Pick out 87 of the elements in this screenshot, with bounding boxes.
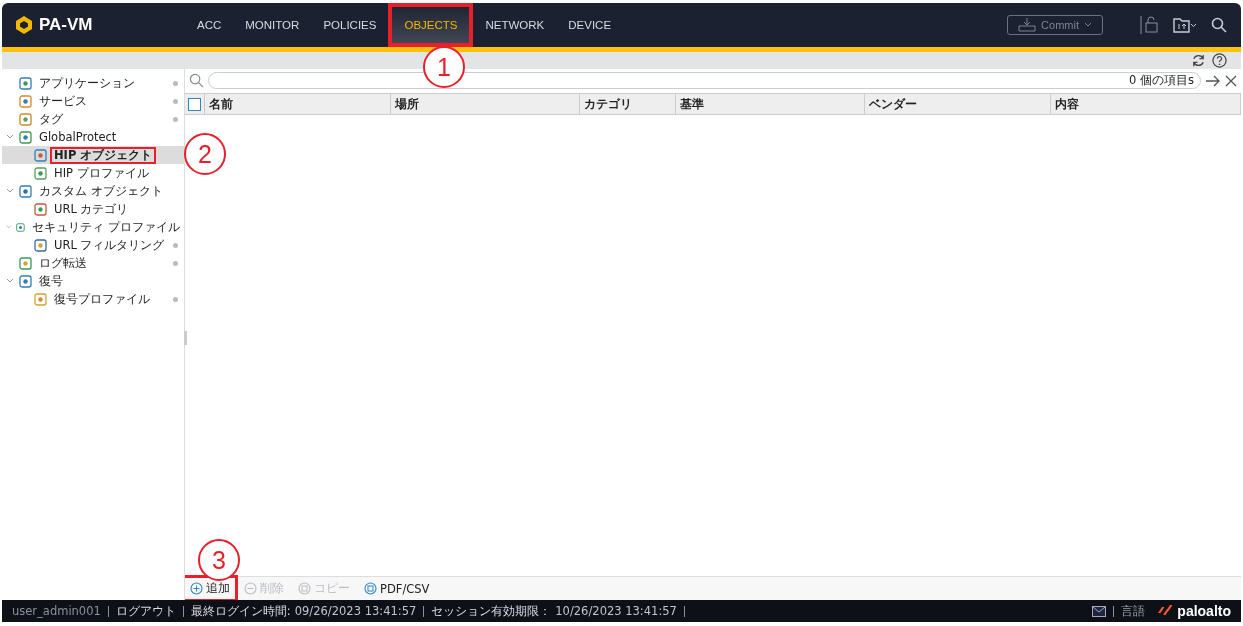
last-login-label: 最終ログイン時間: (190, 603, 291, 619)
column-header[interactable]: 名前 (204, 94, 392, 114)
column-header[interactable]: ベンダー (864, 94, 1052, 114)
sidebar-item[interactable]: カスタム オブジェクト (2, 182, 184, 200)
column-header[interactable]: カテゴリ (579, 94, 677, 114)
download-icon (1018, 18, 1037, 32)
column-header[interactable]: 基準 (676, 94, 865, 114)
sidebar-item[interactable]: 復号プロファイル (2, 290, 184, 308)
copy-icon (298, 582, 311, 595)
object-icon (19, 112, 32, 126)
search-icon[interactable] (1211, 17, 1227, 33)
close-icon[interactable] (1225, 74, 1237, 87)
help-icon[interactable] (1212, 53, 1227, 68)
nav-tab[interactable]: POLICIES (311, 3, 389, 47)
folder-icon[interactable] (1173, 17, 1197, 33)
nav-tab[interactable]: DEVICE (556, 3, 624, 47)
object-icon (19, 184, 32, 198)
sidebar-item[interactable]: サービス (2, 92, 184, 110)
object-icon (34, 148, 47, 162)
object-icon (19, 130, 32, 144)
callout-number: 3 (198, 539, 240, 581)
mail-icon[interactable] (1092, 605, 1107, 617)
sidebar-item[interactable]: URL カテゴリ (2, 200, 184, 218)
chevron-icon[interactable] (6, 277, 14, 285)
column-header[interactable]: 場所 (391, 94, 580, 114)
sidebar-item[interactable]: セキュリティ プロファイル (2, 218, 184, 236)
object-icon (19, 256, 32, 270)
sidebar-label: URL フィルタリング (53, 236, 166, 254)
apply-filter-icon[interactable] (1205, 74, 1221, 87)
sidebar-label: ログ転送 (38, 254, 88, 272)
object-icon (19, 274, 32, 288)
sidebar-label: HIP プロファイル (53, 164, 150, 182)
logo-icon (14, 15, 34, 35)
caret-icon (1084, 22, 1092, 28)
sidebar-item[interactable]: GlobalProtect (2, 128, 184, 146)
sidebar-label: HIP オブジェクト (50, 146, 157, 164)
sidebar-label: タグ (38, 110, 64, 128)
nav-tab[interactable]: NETWORK (473, 3, 557, 47)
sidebar-label: セキュリティ プロファイル (31, 218, 181, 236)
nav-tab[interactable]: ACC (185, 3, 234, 47)
search-icon (189, 73, 204, 88)
document-icon (364, 582, 377, 595)
object-icon (34, 238, 47, 252)
callout-number: 1 (423, 46, 465, 88)
remove-icon (244, 582, 257, 595)
chevron-icon[interactable] (6, 187, 14, 195)
logout-link[interactable]: ログアウト (115, 603, 176, 619)
chevron-icon[interactable] (6, 133, 14, 141)
nav-tab[interactable]: OBJECTS (388, 3, 474, 47)
column-header[interactable]: 内容 (1051, 94, 1241, 114)
sidebar-label: 復号プロファイル (53, 290, 151, 308)
select-all-checkbox[interactable] (188, 97, 201, 111)
session-expiry-time: 10/26/2023 13:41:57 (555, 604, 677, 618)
sidebar-item[interactable]: ログ転送 (2, 254, 184, 272)
sidebar-label: GlobalProtect (38, 128, 118, 146)
sidebar-item[interactable]: アプリケーション (2, 74, 184, 92)
username: user_admin001 (12, 604, 101, 618)
nav-tab[interactable]: MONITOR (233, 3, 312, 47)
sidebar-label: カスタム オブジェクト (38, 182, 164, 200)
add-icon (190, 582, 203, 595)
sidebar-item[interactable]: タグ (2, 110, 184, 128)
sidebar-item[interactable]: 復号 (2, 272, 184, 290)
sidebar-label: アプリケーション (38, 74, 136, 92)
sidebar-item[interactable]: HIP プロファイル (2, 164, 184, 182)
object-icon (19, 76, 32, 90)
sidebar-item[interactable]: URL フィルタリング (2, 236, 184, 254)
object-icon (34, 166, 47, 180)
sidebar-label: サービス (38, 92, 88, 110)
product-name: PA-VM (39, 15, 93, 35)
sidebar-item[interactable]: HIP オブジェクト (2, 146, 184, 164)
toolbar-button[interactable]: PDF/CSV (359, 578, 435, 599)
refresh-icon[interactable] (1191, 53, 1206, 68)
object-icon (34, 292, 47, 306)
object-icon (19, 94, 32, 108)
collapse-handle[interactable] (184, 331, 187, 345)
brand-name: paloalto (1177, 603, 1231, 619)
callout-number: 2 (184, 133, 226, 175)
session-expiry-label: セッション有効期限： (431, 603, 552, 619)
language-link[interactable]: 言語 (1121, 603, 1146, 619)
sidebar-label: 復号 (38, 272, 64, 290)
sidebar-label: URL カテゴリ (53, 200, 130, 218)
lock-icon[interactable] (1139, 16, 1159, 34)
last-login-time: 09/26/2023 13:41:57 (294, 604, 417, 618)
toolbar-button[interactable]: 追加 (185, 578, 235, 599)
object-icon (34, 202, 47, 216)
object-icon (16, 220, 26, 234)
brand-logo-icon (1157, 605, 1174, 617)
